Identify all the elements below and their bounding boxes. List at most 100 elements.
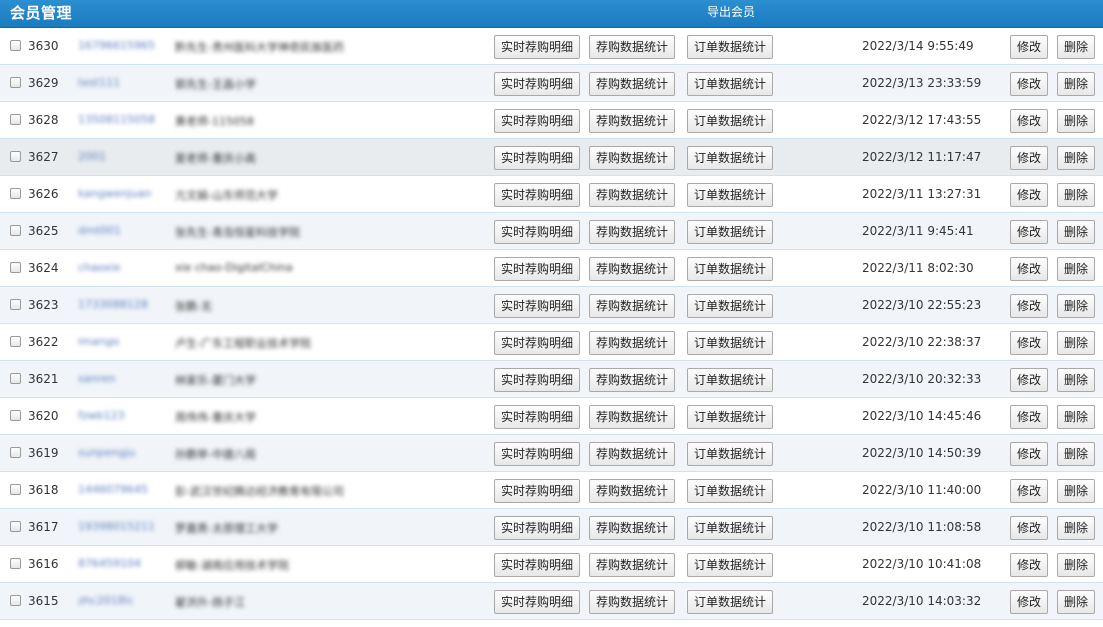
delete-button[interactable]: 删除 xyxy=(1057,146,1095,170)
order-stats-button[interactable]: 订单数据统计 xyxy=(687,146,773,170)
delete-button[interactable]: 删除 xyxy=(1057,331,1095,355)
edit-button[interactable]: 修改 xyxy=(1010,146,1048,170)
member-username-link[interactable]: 2001 xyxy=(78,150,106,163)
member-username-link[interactable]: 1733088128 xyxy=(78,298,148,311)
order-stats-button[interactable]: 订单数据统计 xyxy=(687,590,773,614)
row-checkbox[interactable] xyxy=(10,410,21,421)
recommendation-stats-button[interactable]: 荐购数据统计 xyxy=(589,109,675,133)
edit-button[interactable]: 修改 xyxy=(1010,331,1048,355)
recommendation-stats-button[interactable]: 荐购数据统计 xyxy=(589,146,675,170)
delete-button[interactable]: 删除 xyxy=(1057,294,1095,318)
realtime-details-button[interactable]: 实时荐购明细 xyxy=(494,442,580,466)
row-checkbox[interactable] xyxy=(10,373,21,384)
edit-button[interactable]: 修改 xyxy=(1010,405,1048,429)
order-stats-button[interactable]: 订单数据统计 xyxy=(687,368,773,392)
order-stats-button[interactable]: 订单数据统计 xyxy=(687,405,773,429)
delete-button[interactable]: 删除 xyxy=(1057,183,1095,207)
realtime-details-button[interactable]: 实时荐购明细 xyxy=(494,479,580,503)
realtime-details-button[interactable]: 实时荐购明细 xyxy=(494,109,580,133)
order-stats-button[interactable]: 订单数据统计 xyxy=(687,331,773,355)
edit-button[interactable]: 修改 xyxy=(1010,294,1048,318)
edit-button[interactable]: 修改 xyxy=(1010,479,1048,503)
delete-button[interactable]: 删除 xyxy=(1057,257,1095,281)
order-stats-button[interactable]: 订单数据统计 xyxy=(687,479,773,503)
delete-button[interactable]: 删除 xyxy=(1057,553,1095,577)
order-stats-button[interactable]: 订单数据统计 xyxy=(687,220,773,244)
recommendation-stats-button[interactable]: 荐购数据统计 xyxy=(589,183,675,207)
edit-button[interactable]: 修改 xyxy=(1010,553,1048,577)
row-checkbox[interactable] xyxy=(10,114,21,125)
realtime-details-button[interactable]: 实时荐购明细 xyxy=(494,35,580,59)
member-username-link[interactable]: 19398015211 xyxy=(78,520,155,533)
row-checkbox[interactable] xyxy=(10,447,21,458)
order-stats-button[interactable]: 订单数据统计 xyxy=(687,257,773,281)
order-stats-button[interactable]: 订单数据统计 xyxy=(687,183,773,207)
edit-button[interactable]: 修改 xyxy=(1010,442,1048,466)
row-checkbox[interactable] xyxy=(10,225,21,236)
order-stats-button[interactable]: 订单数据统计 xyxy=(687,109,773,133)
row-checkbox[interactable] xyxy=(10,336,21,347)
delete-button[interactable]: 删除 xyxy=(1057,220,1095,244)
delete-button[interactable]: 删除 xyxy=(1057,516,1095,540)
edit-button[interactable]: 修改 xyxy=(1010,72,1048,96)
recommendation-stats-button[interactable]: 荐购数据统计 xyxy=(589,553,675,577)
recommendation-stats-button[interactable]: 荐购数据统计 xyxy=(589,72,675,96)
member-username-link[interactable]: chaoxie xyxy=(78,261,121,274)
row-checkbox[interactable] xyxy=(10,595,21,606)
order-stats-button[interactable]: 订单数据统计 xyxy=(687,35,773,59)
member-username-link[interactable]: dmt001 xyxy=(78,224,121,237)
row-checkbox[interactable] xyxy=(10,262,21,273)
row-checkbox[interactable] xyxy=(10,40,21,51)
recommendation-stats-button[interactable]: 荐购数据统计 xyxy=(589,590,675,614)
recommendation-stats-button[interactable]: 荐购数据统计 xyxy=(589,479,675,503)
row-checkbox[interactable] xyxy=(10,484,21,495)
delete-button[interactable]: 删除 xyxy=(1057,72,1095,96)
edit-button[interactable]: 修改 xyxy=(1010,220,1048,244)
member-username-link[interactable]: test111 xyxy=(78,76,120,89)
delete-button[interactable]: 删除 xyxy=(1057,35,1095,59)
recommendation-stats-button[interactable]: 荐购数据统计 xyxy=(589,35,675,59)
member-username-link[interactable]: zhc2018lc xyxy=(78,594,134,607)
order-stats-button[interactable]: 订单数据统计 xyxy=(687,553,773,577)
member-username-link[interactable]: fzwb123 xyxy=(78,409,125,422)
row-checkbox[interactable] xyxy=(10,299,21,310)
recommendation-stats-button[interactable]: 荐购数据统计 xyxy=(589,368,675,392)
realtime-details-button[interactable]: 实时荐购明细 xyxy=(494,553,580,577)
order-stats-button[interactable]: 订单数据统计 xyxy=(687,294,773,318)
edit-button[interactable]: 修改 xyxy=(1010,368,1048,392)
delete-button[interactable]: 删除 xyxy=(1057,590,1095,614)
realtime-details-button[interactable]: 实时荐购明细 xyxy=(494,72,580,96)
member-username-link[interactable]: 876459104 xyxy=(78,557,141,570)
delete-button[interactable]: 删除 xyxy=(1057,405,1095,429)
realtime-details-button[interactable]: 实时荐购明细 xyxy=(494,368,580,392)
edit-button[interactable]: 修改 xyxy=(1010,516,1048,540)
realtime-details-button[interactable]: 实时荐购明细 xyxy=(494,405,580,429)
order-stats-button[interactable]: 订单数据统计 xyxy=(687,516,773,540)
member-username-link[interactable]: 1446079645 xyxy=(78,483,148,496)
realtime-details-button[interactable]: 实时荐购明细 xyxy=(494,331,580,355)
order-stats-button[interactable]: 订单数据统计 xyxy=(687,72,773,96)
member-username-link[interactable]: sunpengju xyxy=(78,446,135,459)
row-checkbox[interactable] xyxy=(10,77,21,88)
member-username-link[interactable]: 13508115058 xyxy=(78,113,155,126)
edit-button[interactable]: 修改 xyxy=(1010,257,1048,281)
edit-button[interactable]: 修改 xyxy=(1010,183,1048,207)
delete-button[interactable]: 删除 xyxy=(1057,479,1095,503)
member-username-link[interactable]: 16796615965 xyxy=(78,39,155,52)
edit-button[interactable]: 修改 xyxy=(1010,35,1048,59)
member-username-link[interactable]: imango xyxy=(78,335,119,348)
row-checkbox[interactable] xyxy=(10,151,21,162)
recommendation-stats-button[interactable]: 荐购数据统计 xyxy=(589,220,675,244)
recommendation-stats-button[interactable]: 荐购数据统计 xyxy=(589,405,675,429)
row-checkbox[interactable] xyxy=(10,188,21,199)
realtime-details-button[interactable]: 实时荐购明细 xyxy=(494,146,580,170)
realtime-details-button[interactable]: 实时荐购明细 xyxy=(494,220,580,244)
delete-button[interactable]: 删除 xyxy=(1057,109,1095,133)
delete-button[interactable]: 删除 xyxy=(1057,442,1095,466)
edit-button[interactable]: 修改 xyxy=(1010,109,1048,133)
realtime-details-button[interactable]: 实时荐购明细 xyxy=(494,257,580,281)
realtime-details-button[interactable]: 实时荐购明细 xyxy=(494,183,580,207)
recommendation-stats-button[interactable]: 荐购数据统计 xyxy=(589,442,675,466)
realtime-details-button[interactable]: 实时荐购明细 xyxy=(494,516,580,540)
row-checkbox[interactable] xyxy=(10,558,21,569)
